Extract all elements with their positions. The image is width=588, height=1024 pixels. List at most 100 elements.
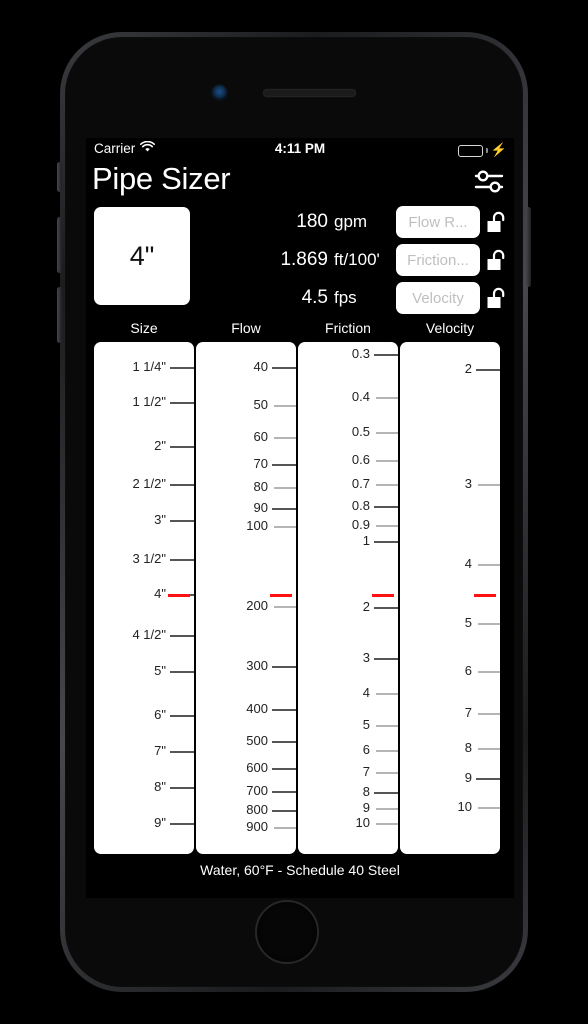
scale-column-size[interactable]: 1 1/4" 1 1/2" 2" 2 1/2" 3" 3 1/2" 4" 4 1/2" 5" 6"… — [94, 342, 194, 854]
velocity-lock-button[interactable] — [480, 282, 514, 314]
tick-line — [376, 460, 398, 463]
tick-line — [478, 712, 500, 715]
tick-line — [272, 809, 296, 812]
tick-label: 3 1/2" — [132, 551, 166, 567]
tick-label: 800 — [246, 801, 268, 817]
volume-up-button[interactable] — [57, 217, 62, 273]
flow-lock-button[interactable] — [480, 206, 514, 238]
tick-line — [376, 432, 398, 435]
unlocked-padlock-icon — [487, 211, 505, 232]
tick-label: 4 1/2" — [132, 627, 166, 643]
tick-label: 7 — [464, 704, 472, 720]
readout-row-velocity: 4.5 fps Velocity — [196, 281, 514, 315]
tick-label: 9 — [362, 799, 370, 815]
status-bar-clock: 4:11 PM — [274, 141, 326, 156]
power-button[interactable] — [526, 207, 531, 287]
readout-panel: 4" 180 gpm Flow R... 1.869 ft/100' Friction..… — [86, 202, 514, 320]
tick-label: 3 — [464, 476, 472, 492]
flow-value: 180 — [296, 211, 328, 232]
tick-line — [170, 483, 194, 486]
column-header-flow: Flow — [231, 320, 261, 336]
velocity-input-placeholder: Velocity — [412, 289, 464, 307]
tick-line — [374, 791, 398, 794]
tick-label: 4 — [362, 685, 370, 701]
tick-line — [274, 606, 296, 609]
scale-column-velocity[interactable]: 2 3 4 5 6 7 8 9 10 — [400, 342, 500, 854]
battery-full-icon — [457, 145, 483, 157]
charging-bolt-icon: ⚡ — [490, 142, 507, 157]
battery-cap-icon — [485, 147, 488, 153]
tick-line — [170, 402, 194, 405]
size-display[interactable]: 4" — [94, 207, 190, 305]
unlocked-padlock-icon — [487, 287, 505, 308]
earpiece-speaker-icon — [263, 89, 356, 97]
tick-line — [374, 540, 398, 543]
tick-label: 50 — [253, 397, 268, 412]
velocity-input[interactable]: Velocity — [396, 282, 480, 314]
tick-line — [170, 750, 194, 753]
settings-button[interactable] — [472, 166, 506, 196]
selection-marker-friction[interactable] — [372, 593, 394, 597]
tick-label: 5 — [362, 717, 370, 732]
tick-label: 8 — [464, 740, 472, 756]
tick-line — [274, 436, 296, 439]
tick-line — [478, 671, 500, 674]
tick-label: 8 — [362, 783, 370, 799]
tick-line — [476, 369, 500, 372]
sliders-settings-icon — [474, 170, 504, 193]
tick-line — [170, 823, 194, 826]
front-camera-icon — [212, 85, 227, 100]
mute-switch[interactable] — [57, 162, 62, 192]
tick-label: 3" — [154, 511, 166, 527]
selection-marker-flow[interactable] — [270, 593, 292, 597]
friction-lock-button[interactable] — [480, 244, 514, 276]
tick-line — [170, 787, 194, 790]
tick-line — [374, 505, 398, 508]
scale-column-flow[interactable]: 40 50 60 70 80 90 100 200 300 400 500 600 700 800 900 — [196, 342, 296, 854]
friction-input-placeholder: Friction... — [407, 251, 469, 269]
unlocked-padlock-icon — [487, 249, 505, 270]
tick-line — [476, 778, 500, 781]
readout-row-friction: 1.869 ft/100' Friction... — [196, 243, 514, 277]
tick-label: 9" — [154, 815, 166, 831]
column-header-velocity: Velocity — [425, 320, 475, 336]
page-title: Pipe Sizer — [92, 161, 231, 196]
tick-line — [478, 622, 500, 625]
tick-label: 1 1/2" — [132, 394, 166, 410]
flow-input[interactable]: Flow R... — [396, 206, 480, 238]
tick-line — [274, 526, 296, 529]
readout-row-flow: 180 gpm Flow R... — [196, 205, 514, 239]
tick-line — [170, 366, 194, 369]
volume-down-button[interactable] — [57, 287, 62, 343]
tick-label: 40 — [253, 358, 268, 374]
tick-line — [478, 563, 500, 566]
tick-label: 6" — [154, 707, 166, 723]
tick-label: 6 — [464, 663, 472, 679]
tick-label: 7" — [154, 742, 166, 758]
tick-label: 200 — [246, 598, 268, 614]
selection-marker-velocity[interactable] — [474, 593, 496, 597]
tick-label: 0.4 — [351, 389, 370, 405]
tick-label: 2 — [464, 361, 472, 377]
tick-label: 2 — [362, 599, 370, 615]
nomograph-scales: 1 1/4" 1 1/2" 2" 2 1/2" 3" 3 1/2" 4" 4 1/2" 5" 6"… — [86, 342, 514, 860]
tick-label: 5" — [154, 663, 166, 679]
tick-line — [272, 741, 296, 744]
phone-device-frame: Carrier 4:11 PM ⚡ Pipe Sizer 4" 180 gpm … — [57, 32, 531, 992]
status-bar-right: ⚡ — [457, 138, 507, 160]
tick-label: 80 — [253, 478, 268, 494]
tick-label: 8" — [154, 779, 166, 795]
app-header: Pipe Sizer — [86, 160, 514, 202]
tick-line — [376, 725, 398, 727]
column-header-size: Size — [130, 320, 158, 336]
tick-label: 10 — [355, 815, 370, 831]
scale-column-friction[interactable]: 0.3 0.4 0.5 0.6 0.7 0.8 0.9 1 2 3 4 5 6 7 8 9 10 — [298, 342, 398, 854]
tick-label: 500 — [246, 733, 268, 749]
friction-input[interactable]: Friction... — [396, 244, 480, 276]
tick-label: 3 — [362, 650, 370, 666]
tick-line — [274, 405, 296, 407]
home-button[interactable] — [255, 900, 319, 964]
tick-line — [170, 671, 194, 674]
selection-marker-size[interactable] — [168, 593, 190, 597]
tick-line — [478, 806, 500, 809]
